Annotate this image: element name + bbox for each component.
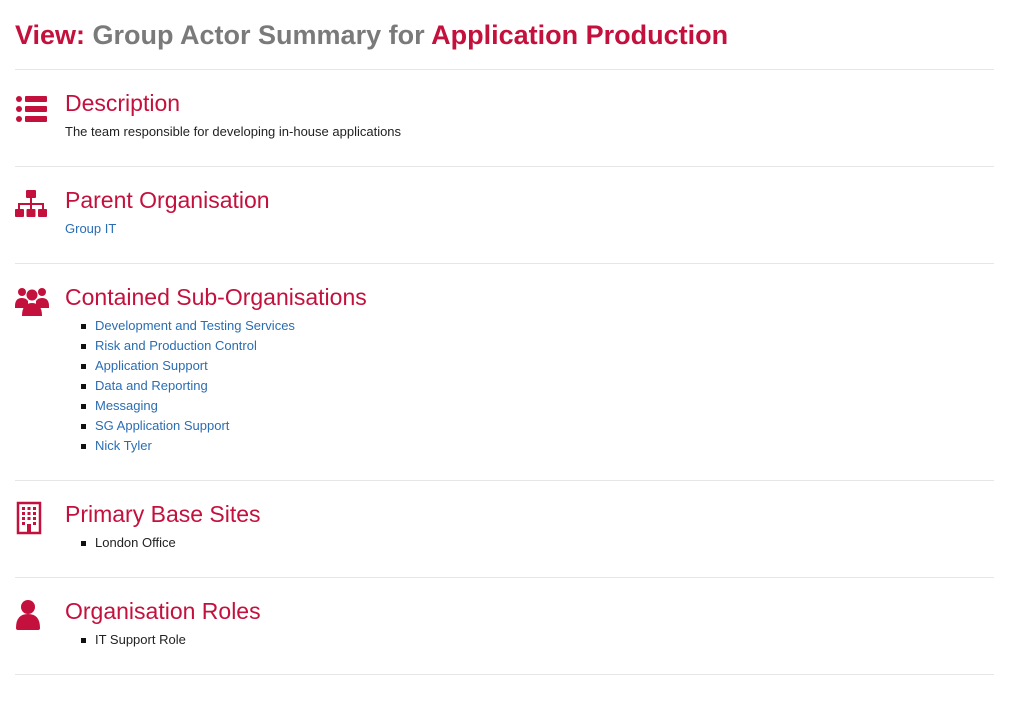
list-item: Data and Reporting <box>81 376 994 396</box>
org-chart-icon <box>15 189 49 223</box>
sub-org-link[interactable]: Application Support <box>95 358 208 373</box>
page-title: View: Group Actor Summary for Applicatio… <box>15 16 994 54</box>
list-item: Application Support <box>81 356 994 376</box>
sub-org-link[interactable]: Nick Tyler <box>95 438 152 453</box>
list-item: IT Support Role <box>81 630 994 650</box>
org-roles-heading: Organisation Roles <box>65 598 261 624</box>
list-item: Nick Tyler <box>81 436 994 456</box>
sub-org-link[interactable]: SG Application Support <box>95 418 229 433</box>
parent-org-heading: Parent Organisation <box>65 187 270 213</box>
title-middle: Group Actor Summary for <box>92 20 425 50</box>
description-section: Description The team responsible for dev… <box>15 69 994 166</box>
sub-orgs-list: Development and Testing Services Risk an… <box>65 316 994 456</box>
list-icon <box>15 93 49 127</box>
base-sites-heading: Primary Base Sites <box>65 501 261 527</box>
title-prefix: View: <box>15 20 86 50</box>
group-icon <box>15 284 49 318</box>
list-item: Messaging <box>81 396 994 416</box>
parent-org-link[interactable]: Group IT <box>65 221 116 236</box>
sub-org-link[interactable]: Development and Testing Services <box>95 318 295 333</box>
org-roles-section: Organisation Roles IT Support Role <box>15 577 994 675</box>
building-icon <box>15 501 49 535</box>
sub-orgs-section: Contained Sub-Organisations Development … <box>15 263 994 480</box>
base-sites-list: London Office <box>65 533 994 553</box>
user-icon <box>15 598 49 632</box>
base-sites-section: Primary Base Sites London Office <box>15 480 994 577</box>
org-roles-list: IT Support Role <box>65 630 994 650</box>
page: View: Group Actor Summary for Applicatio… <box>0 0 1009 675</box>
description-heading: Description <box>65 90 181 116</box>
sub-org-link[interactable]: Risk and Production Control <box>95 338 257 353</box>
list-item: Risk and Production Control <box>81 336 994 356</box>
list-item: Development and Testing Services <box>81 316 994 336</box>
list-item: SG Application Support <box>81 416 994 436</box>
list-item: London Office <box>81 533 994 553</box>
parent-org-section: Parent Organisation Group IT <box>15 166 994 263</box>
description-text: The team responsible for developing in-h… <box>65 124 402 139</box>
sub-org-link[interactable]: Messaging <box>95 398 158 413</box>
sub-org-link[interactable]: Data and Reporting <box>95 378 208 393</box>
title-subject: Application Production <box>431 20 729 50</box>
sub-orgs-heading: Contained Sub-Organisations <box>65 284 367 310</box>
